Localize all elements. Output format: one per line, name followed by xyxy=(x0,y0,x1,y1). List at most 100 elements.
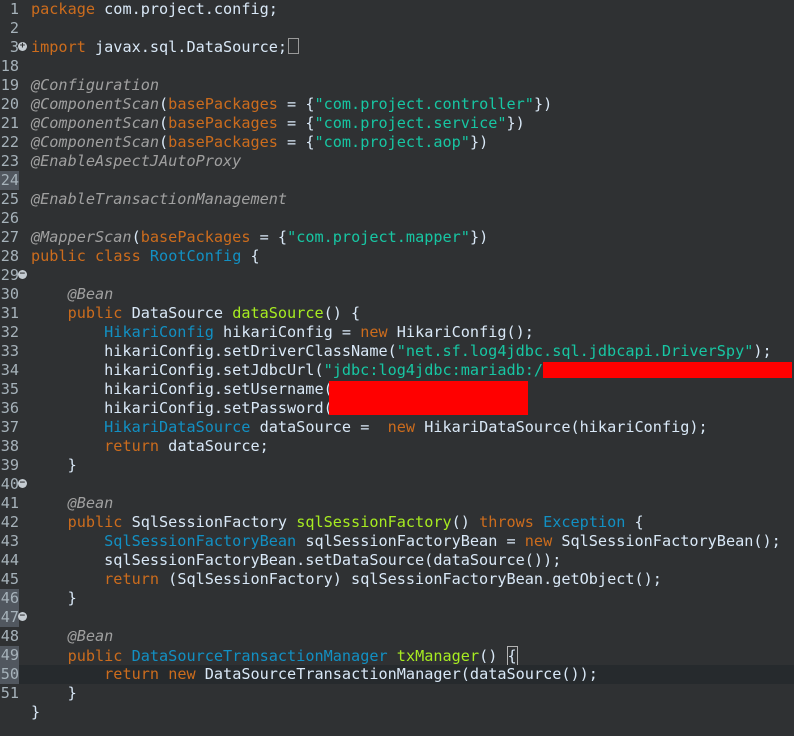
code-token: DataSource xyxy=(122,304,233,322)
code-token: public xyxy=(67,513,123,531)
code-text: HikariConfig hikariConfig = new HikariCo… xyxy=(31,323,534,342)
code-line[interactable]: } xyxy=(0,703,794,722)
code-line[interactable]: 22 @ComponentScan(basePackages = {"com.pr… xyxy=(0,133,794,152)
code-token: { xyxy=(625,513,644,531)
code-line[interactable]: 27 @MapperScan(basePackages = {"com.proje… xyxy=(0,228,794,247)
code-token: class xyxy=(95,247,141,265)
code-line[interactable]: 33 hikariConfig.setDriverClassName("net.… xyxy=(0,342,794,361)
code-token: basePackages xyxy=(168,95,278,113)
code-line[interactable]: 40− xyxy=(0,475,794,494)
code-token: ( xyxy=(159,114,169,132)
code-token: (SqlSessionFactory) sqlSessionFactoryBea… xyxy=(159,570,662,588)
code-line[interactable]: 18 xyxy=(0,57,794,76)
code-token: HikariDataSource xyxy=(104,418,251,436)
line-number: 20 xyxy=(0,95,19,113)
code-token: hikariConfig.setDriverClassName( xyxy=(31,342,397,360)
code-line[interactable]: 51 } xyxy=(0,684,794,703)
code-line[interactable]: 43 SqlSessionFactoryBean sqlSessionFacto… xyxy=(0,532,794,551)
code-text: } xyxy=(31,589,77,608)
code-line[interactable]: 2 xyxy=(0,19,794,38)
code-line[interactable]: 46 } xyxy=(0,589,794,608)
code-token: hikariConfig.setJdbcUrl( xyxy=(31,361,324,379)
line-number: 50 xyxy=(0,665,19,684)
code-token: hikariConfig.setPassword( xyxy=(31,399,333,417)
line-number: 32 xyxy=(0,323,19,341)
code-text: @Configuration xyxy=(31,76,159,95)
code-token: RootConfig xyxy=(149,247,242,265)
code-token: () xyxy=(479,647,507,665)
code-line[interactable]: 19 @Configuration xyxy=(0,76,794,95)
code-line[interactable]: 28 public class RootConfig { xyxy=(0,247,794,266)
code-line[interactable]: 1 package com.project.config; xyxy=(0,0,794,19)
code-token: package xyxy=(31,0,96,18)
code-text: sqlSessionFactoryBean.setDataSource(data… xyxy=(31,551,561,570)
code-token: @Bean xyxy=(67,494,114,512)
code-text: } xyxy=(31,684,77,703)
code-line[interactable]: 45 return (SqlSessionFactory) sqlSession… xyxy=(0,570,794,589)
code-token: = { xyxy=(277,133,315,151)
code-token: @ComponentScan xyxy=(31,133,160,151)
code-line[interactable]: 24 xyxy=(0,171,794,190)
folded-imports-icon[interactable] xyxy=(288,38,300,54)
code-token: SqlSessionFactoryBean(); xyxy=(552,532,781,550)
line-number: 33 xyxy=(0,342,19,360)
code-line[interactable]: 32 HikariConfig hikariConfig = new Hikar… xyxy=(0,323,794,342)
code-token: } xyxy=(31,456,77,474)
code-token: public xyxy=(67,304,123,322)
code-line[interactable]: 50 return new DataSourceTransactionManag… xyxy=(0,665,794,684)
code-line[interactable]: 25 @EnableTransactionManagement xyxy=(0,190,794,209)
line-number: 40 xyxy=(0,475,19,493)
code-text: @Bean xyxy=(31,494,114,513)
line-number: 24 xyxy=(0,171,19,190)
code-line[interactable]: 49 public DataSourceTransactionManager t… xyxy=(0,646,794,667)
code-token: throws xyxy=(479,513,534,531)
collapse-fold-icon[interactable]: − xyxy=(18,479,27,488)
code-line[interactable]: 21 @ComponentScan(basePackages = {"com.pr… xyxy=(0,114,794,133)
code-token: = { xyxy=(250,228,288,246)
code-text: @EnableAspectJAutoProxy xyxy=(31,152,241,171)
code-token: hikariConfig.setUsername( xyxy=(31,380,333,398)
code-line[interactable]: 23 @EnableAspectJAutoProxy xyxy=(0,152,794,171)
code-token: DataSourceTransactionManager xyxy=(131,647,388,665)
code-line[interactable]: 31 public DataSource dataSource() { xyxy=(0,304,794,323)
code-token: @ComponentScan xyxy=(31,95,160,113)
code-line[interactable]: 44 sqlSessionFactoryBean.setDataSource(d… xyxy=(0,551,794,570)
code-token: Exception xyxy=(543,513,626,531)
code-token: "com.project.mapper" xyxy=(287,228,470,246)
code-line[interactable]: 26 xyxy=(0,209,794,228)
code-line[interactable]: 48 @Bean xyxy=(0,627,794,646)
code-line[interactable]: 20 @ComponentScan(basePackages = {"com.pr… xyxy=(0,95,794,114)
code-text: public class RootConfig { xyxy=(31,247,260,266)
code-line[interactable]: 29− xyxy=(0,266,794,285)
code-token: basePackages xyxy=(168,114,278,132)
code-line[interactable]: 42 public SqlSessionFactory sqlSessionFa… xyxy=(0,513,794,532)
code-token: HikariDataSource(hikariConfig); xyxy=(415,418,708,436)
code-token: = { xyxy=(277,114,315,132)
code-line[interactable]: 3 + import javax.sql.DataSource; xyxy=(0,38,794,57)
collapse-fold-icon[interactable]: − xyxy=(18,612,27,621)
code-line[interactable]: 30 @Bean xyxy=(0,285,794,304)
code-line[interactable]: 39 } xyxy=(0,456,794,475)
collapse-fold-icon[interactable]: − xyxy=(18,270,27,279)
code-token: public xyxy=(31,247,86,265)
code-line[interactable]: 47− xyxy=(0,608,794,627)
code-line[interactable]: 41 @Bean xyxy=(0,494,794,513)
code-token: dataSource; xyxy=(159,437,269,455)
expand-fold-icon[interactable]: + xyxy=(18,42,27,51)
code-token: @Configuration xyxy=(31,76,160,94)
code-token: txManager xyxy=(396,647,480,665)
code-token: ); xyxy=(753,342,772,360)
code-token: return xyxy=(104,437,160,455)
code-text: return new DataSourceTransactionManager(… xyxy=(31,665,598,684)
code-line[interactable]: 37 HikariDataSource dataSource = new Hik… xyxy=(0,418,794,437)
code-token: () xyxy=(451,513,480,531)
code-editor[interactable]: 1 package com.project.config; 2 3 + import ja… xyxy=(0,0,794,736)
line-number: 45 xyxy=(0,570,19,588)
line-number: 38 xyxy=(0,437,19,455)
code-line[interactable]: 38 return dataSource; xyxy=(0,437,794,456)
code-token: sqlSessionFactoryBean.setDataSource(data… xyxy=(31,551,562,569)
